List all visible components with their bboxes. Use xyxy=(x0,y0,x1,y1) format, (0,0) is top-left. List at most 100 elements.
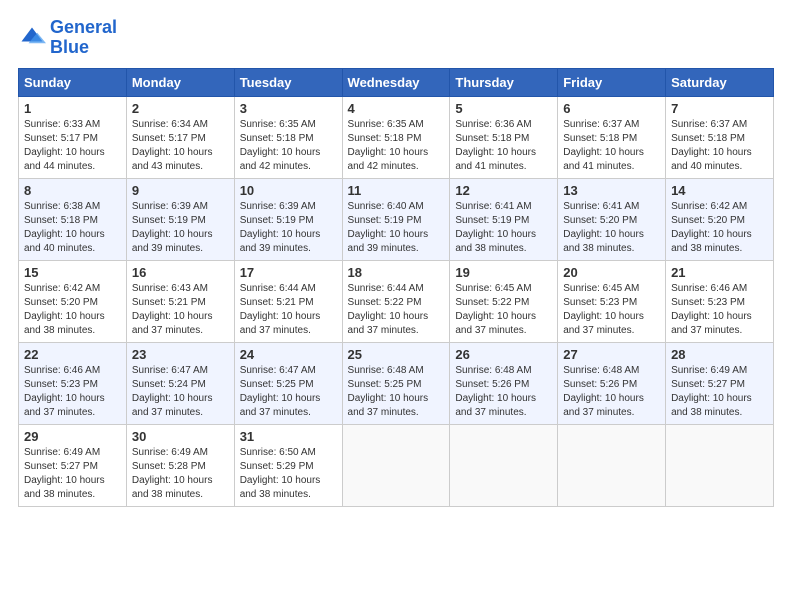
day-number: 25 xyxy=(348,347,445,362)
calendar-week-row: 29 Sunrise: 6:49 AMSunset: 5:27 PMDaylig… xyxy=(19,424,774,506)
calendar-cell: 11 Sunrise: 6:40 AMSunset: 5:19 PMDaylig… xyxy=(342,178,450,260)
calendar-cell: 8 Sunrise: 6:38 AMSunset: 5:18 PMDayligh… xyxy=(19,178,127,260)
calendar-cell: 16 Sunrise: 6:43 AMSunset: 5:21 PMDaylig… xyxy=(126,260,234,342)
day-number: 30 xyxy=(132,429,229,444)
calendar-header-sunday: Sunday xyxy=(19,68,127,96)
day-number: 2 xyxy=(132,101,229,116)
calendar-cell: 1 Sunrise: 6:33 AMSunset: 5:17 PMDayligh… xyxy=(19,96,127,178)
day-number: 15 xyxy=(24,265,121,280)
day-info: Sunrise: 6:49 AMSunset: 5:27 PMDaylight:… xyxy=(24,447,105,500)
day-number: 17 xyxy=(240,265,337,280)
calendar-cell: 31 Sunrise: 6:50 AMSunset: 5:29 PMDaylig… xyxy=(234,424,342,506)
calendar-cell: 13 Sunrise: 6:41 AMSunset: 5:20 PMDaylig… xyxy=(558,178,666,260)
day-number: 14 xyxy=(671,183,768,198)
calendar-header-monday: Monday xyxy=(126,68,234,96)
day-info: Sunrise: 6:42 AMSunset: 5:20 PMDaylight:… xyxy=(24,283,105,336)
calendar-cell: 21 Sunrise: 6:46 AMSunset: 5:23 PMDaylig… xyxy=(666,260,774,342)
calendar-cell: 14 Sunrise: 6:42 AMSunset: 5:20 PMDaylig… xyxy=(666,178,774,260)
calendar-cell: 5 Sunrise: 6:36 AMSunset: 5:18 PMDayligh… xyxy=(450,96,558,178)
calendar-cell: 28 Sunrise: 6:49 AMSunset: 5:27 PMDaylig… xyxy=(666,342,774,424)
day-number: 13 xyxy=(563,183,660,198)
day-number: 7 xyxy=(671,101,768,116)
day-number: 1 xyxy=(24,101,121,116)
calendar-week-row: 15 Sunrise: 6:42 AMSunset: 5:20 PMDaylig… xyxy=(19,260,774,342)
day-number: 29 xyxy=(24,429,121,444)
calendar-cell: 27 Sunrise: 6:48 AMSunset: 5:26 PMDaylig… xyxy=(558,342,666,424)
calendar-cell: 20 Sunrise: 6:45 AMSunset: 5:23 PMDaylig… xyxy=(558,260,666,342)
day-info: Sunrise: 6:43 AMSunset: 5:21 PMDaylight:… xyxy=(132,283,213,336)
day-number: 5 xyxy=(455,101,552,116)
day-number: 12 xyxy=(455,183,552,198)
logo: General Blue xyxy=(18,18,117,58)
day-info: Sunrise: 6:47 AMSunset: 5:25 PMDaylight:… xyxy=(240,365,321,418)
calendar-cell: 29 Sunrise: 6:49 AMSunset: 5:27 PMDaylig… xyxy=(19,424,127,506)
calendar-week-row: 22 Sunrise: 6:46 AMSunset: 5:23 PMDaylig… xyxy=(19,342,774,424)
day-info: Sunrise: 6:34 AMSunset: 5:17 PMDaylight:… xyxy=(132,119,213,172)
calendar-cell: 25 Sunrise: 6:48 AMSunset: 5:25 PMDaylig… xyxy=(342,342,450,424)
day-number: 31 xyxy=(240,429,337,444)
day-number: 10 xyxy=(240,183,337,198)
day-number: 11 xyxy=(348,183,445,198)
day-info: Sunrise: 6:39 AMSunset: 5:19 PMDaylight:… xyxy=(132,201,213,254)
day-info: Sunrise: 6:45 AMSunset: 5:22 PMDaylight:… xyxy=(455,283,536,336)
calendar-cell: 19 Sunrise: 6:45 AMSunset: 5:22 PMDaylig… xyxy=(450,260,558,342)
calendar-cell xyxy=(450,424,558,506)
calendar-cell: 18 Sunrise: 6:44 AMSunset: 5:22 PMDaylig… xyxy=(342,260,450,342)
calendar-cell: 30 Sunrise: 6:49 AMSunset: 5:28 PMDaylig… xyxy=(126,424,234,506)
day-number: 23 xyxy=(132,347,229,362)
day-number: 18 xyxy=(348,265,445,280)
day-number: 20 xyxy=(563,265,660,280)
day-number: 26 xyxy=(455,347,552,362)
calendar-cell: 6 Sunrise: 6:37 AMSunset: 5:18 PMDayligh… xyxy=(558,96,666,178)
day-info: Sunrise: 6:35 AMSunset: 5:18 PMDaylight:… xyxy=(240,119,321,172)
calendar-table: SundayMondayTuesdayWednesdayThursdayFrid… xyxy=(18,68,774,507)
day-info: Sunrise: 6:38 AMSunset: 5:18 PMDaylight:… xyxy=(24,201,105,254)
calendar-cell xyxy=(342,424,450,506)
calendar-cell: 4 Sunrise: 6:35 AMSunset: 5:18 PMDayligh… xyxy=(342,96,450,178)
calendar-header-wednesday: Wednesday xyxy=(342,68,450,96)
calendar-header-thursday: Thursday xyxy=(450,68,558,96)
day-info: Sunrise: 6:48 AMSunset: 5:25 PMDaylight:… xyxy=(348,365,429,418)
day-number: 6 xyxy=(563,101,660,116)
day-info: Sunrise: 6:40 AMSunset: 5:19 PMDaylight:… xyxy=(348,201,429,254)
day-info: Sunrise: 6:49 AMSunset: 5:27 PMDaylight:… xyxy=(671,365,752,418)
day-info: Sunrise: 6:44 AMSunset: 5:21 PMDaylight:… xyxy=(240,283,321,336)
day-number: 3 xyxy=(240,101,337,116)
calendar-cell xyxy=(558,424,666,506)
calendar-cell: 15 Sunrise: 6:42 AMSunset: 5:20 PMDaylig… xyxy=(19,260,127,342)
day-number: 21 xyxy=(671,265,768,280)
calendar-cell: 17 Sunrise: 6:44 AMSunset: 5:21 PMDaylig… xyxy=(234,260,342,342)
calendar-header-friday: Friday xyxy=(558,68,666,96)
calendar-cell: 7 Sunrise: 6:37 AMSunset: 5:18 PMDayligh… xyxy=(666,96,774,178)
calendar-cell: 26 Sunrise: 6:48 AMSunset: 5:26 PMDaylig… xyxy=(450,342,558,424)
calendar-header-tuesday: Tuesday xyxy=(234,68,342,96)
day-info: Sunrise: 6:49 AMSunset: 5:28 PMDaylight:… xyxy=(132,447,213,500)
day-info: Sunrise: 6:45 AMSunset: 5:23 PMDaylight:… xyxy=(563,283,644,336)
day-info: Sunrise: 6:37 AMSunset: 5:18 PMDaylight:… xyxy=(671,119,752,172)
calendar-cell: 9 Sunrise: 6:39 AMSunset: 5:19 PMDayligh… xyxy=(126,178,234,260)
day-number: 19 xyxy=(455,265,552,280)
header: General Blue xyxy=(18,18,774,58)
day-info: Sunrise: 6:35 AMSunset: 5:18 PMDaylight:… xyxy=(348,119,429,172)
logo-text: General Blue xyxy=(50,18,117,58)
day-info: Sunrise: 6:41 AMSunset: 5:20 PMDaylight:… xyxy=(563,201,644,254)
calendar-cell: 2 Sunrise: 6:34 AMSunset: 5:17 PMDayligh… xyxy=(126,96,234,178)
day-info: Sunrise: 6:46 AMSunset: 5:23 PMDaylight:… xyxy=(24,365,105,418)
day-number: 27 xyxy=(563,347,660,362)
day-number: 4 xyxy=(348,101,445,116)
day-info: Sunrise: 6:47 AMSunset: 5:24 PMDaylight:… xyxy=(132,365,213,418)
day-number: 16 xyxy=(132,265,229,280)
day-info: Sunrise: 6:44 AMSunset: 5:22 PMDaylight:… xyxy=(348,283,429,336)
day-info: Sunrise: 6:37 AMSunset: 5:18 PMDaylight:… xyxy=(563,119,644,172)
day-info: Sunrise: 6:48 AMSunset: 5:26 PMDaylight:… xyxy=(455,365,536,418)
page: General Blue SundayMondayTuesdayWednesda… xyxy=(0,0,792,612)
calendar-header-row: SundayMondayTuesdayWednesdayThursdayFrid… xyxy=(19,68,774,96)
logo-icon xyxy=(18,24,46,52)
calendar-cell: 24 Sunrise: 6:47 AMSunset: 5:25 PMDaylig… xyxy=(234,342,342,424)
calendar-cell: 22 Sunrise: 6:46 AMSunset: 5:23 PMDaylig… xyxy=(19,342,127,424)
day-info: Sunrise: 6:46 AMSunset: 5:23 PMDaylight:… xyxy=(671,283,752,336)
day-number: 24 xyxy=(240,347,337,362)
calendar-cell: 3 Sunrise: 6:35 AMSunset: 5:18 PMDayligh… xyxy=(234,96,342,178)
day-info: Sunrise: 6:48 AMSunset: 5:26 PMDaylight:… xyxy=(563,365,644,418)
calendar-header-saturday: Saturday xyxy=(666,68,774,96)
